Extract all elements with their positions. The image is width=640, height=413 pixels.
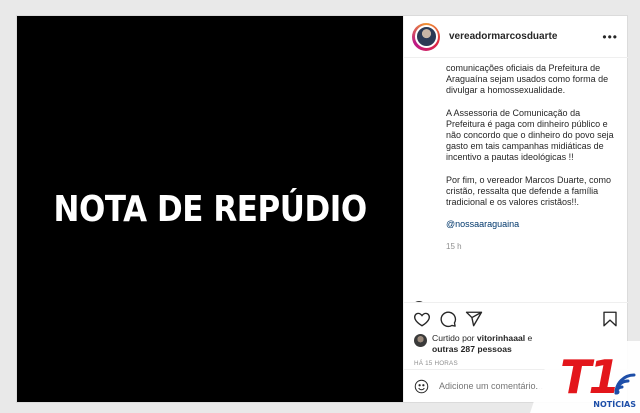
caption-timestamp[interactable]: 15 h <box>446 242 618 251</box>
caption-paragraph: comunicações oficiais da Prefeitura de A… <box>446 63 609 96</box>
emoji-icon[interactable] <box>414 379 429 394</box>
logo-mark: T1 <box>560 350 617 404</box>
liker-avatar[interactable] <box>414 334 427 347</box>
post-image-text: NOTA DE REPÚDIO <box>53 188 367 230</box>
caption-paragraph: Por fim, o vereador Marcos Duarte, como … <box>446 174 612 208</box>
comment-icon[interactable] <box>439 310 457 328</box>
likes-prefix: Curtido por <box>432 333 477 343</box>
action-icons <box>404 308 628 330</box>
heart-icon[interactable] <box>413 310 431 328</box>
logo-subtext: NOTÍCIAS <box>593 398 636 409</box>
likes-text: Curtido por vitorinhaaal e outras 287 pe… <box>432 333 532 355</box>
t1-noticias-logo: T1 NOTÍCIAS <box>530 341 640 413</box>
bookmark-icon[interactable] <box>601 310 619 328</box>
liker-username[interactable]: vitorinhaaal <box>477 333 525 343</box>
post-header: vereadormarcosduarte ••• <box>404 16 628 58</box>
more-options-icon[interactable]: ••• <box>602 30 618 44</box>
caption-area: comunicações oficiais da Prefeitura de A… <box>404 58 628 302</box>
post-image[interactable]: NOTA DE REPÚDIO <box>17 16 403 402</box>
profile-avatar[interactable] <box>412 22 440 51</box>
username-link[interactable]: vereadormarcosduarte <box>449 31 602 42</box>
share-icon[interactable] <box>465 310 483 328</box>
likes-others-link[interactable]: outras 287 pessoas <box>432 344 512 354</box>
caption-paragraph: A Assessoria de Comunicação da Prefeitur… <box>446 107 614 163</box>
avatar-image <box>414 25 438 48</box>
mention-link[interactable]: @nossaaraguaina <box>446 219 618 229</box>
